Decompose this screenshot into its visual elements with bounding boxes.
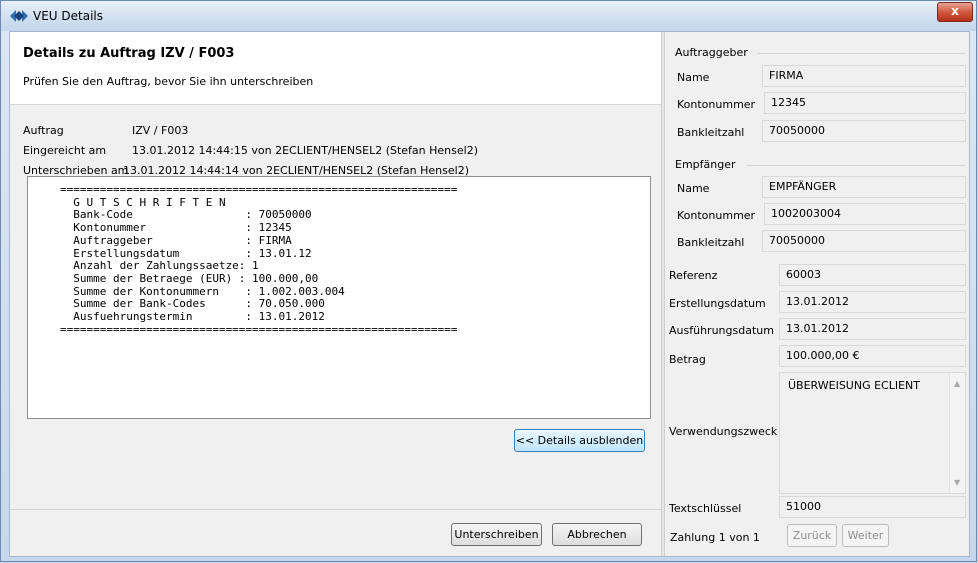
betrag-label: Betrag — [669, 353, 706, 366]
verwendungszweck-text: ÜBERWEISUNG ECLIENT — [788, 379, 920, 392]
empfaenger-group-label: Empfänger — [675, 158, 736, 171]
page-title: Details zu Auftrag IZV / F003 — [23, 46, 235, 61]
auftraggeber-group-label: Auftraggeber — [675, 46, 748, 59]
empfaenger-name-label: Name — [677, 182, 710, 195]
auftraggeber-group-line — [757, 53, 965, 54]
zahlung-counter: Zahlung 1 von 1 — [670, 531, 760, 544]
erstellungsdatum-label: Erstellungsdatum — [669, 297, 766, 310]
dialog-content: Details zu Auftrag IZV / F003 Prüfen Sie… — [9, 31, 970, 557]
right-pane: Auftraggeber Name FIRMA Kontonummer 1234… — [665, 32, 969, 556]
textschluessel-label: Textschlüssel — [669, 502, 742, 515]
auftraggeber-name-label: Name — [677, 71, 710, 84]
scroll-up-icon[interactable]: ▲ — [954, 379, 960, 388]
dialog-window: VEU Details x Details zu Auftrag IZV / F… — [0, 0, 977, 562]
close-button[interactable]: x — [937, 2, 973, 22]
empfaenger-konto-label: Kontonummer — [677, 209, 756, 222]
auftrag-value: IZV / F003 — [132, 124, 189, 137]
betrag-field: 100.000,00 € — [779, 345, 966, 367]
details-text-box[interactable]: ========================================… — [27, 176, 651, 419]
next-button[interactable]: Weiter — [842, 524, 889, 547]
ausfuehrungsdatum-field: 13.01.2012 — [779, 318, 966, 340]
header-panel: Details zu Auftrag IZV / F003 Prüfen Sie… — [10, 32, 661, 105]
empfaenger-name-field: EMPFÄNGER — [762, 176, 966, 198]
verwendungszweck-scrollbar[interactable]: ▲ ▼ — [949, 373, 965, 493]
auftraggeber-blz-field: 70050000 — [762, 120, 966, 142]
toggle-details-button[interactable]: << Details ausblenden — [514, 429, 645, 452]
empfaenger-konto-field: 1002003004 — [764, 203, 966, 225]
auftraggeber-blz-label: Bankleitzahl — [677, 126, 745, 139]
close-icon: x — [951, 4, 959, 18]
ausfuehrungsdatum-label: Ausführungsdatum — [669, 324, 774, 337]
title-bar[interactable]: VEU Details x — [1, 1, 976, 31]
referenz-label: Referenz — [669, 269, 718, 282]
textschluessel-field: 51000 — [779, 496, 966, 518]
eingereicht-label: Eingereicht am — [23, 144, 107, 157]
left-pane: Details zu Auftrag IZV / F003 Prüfen Sie… — [10, 32, 661, 556]
verwendungszweck-label: Verwendungszweck — [669, 425, 778, 438]
footer-separator — [10, 509, 661, 510]
back-button[interactable]: Zurück — [787, 524, 837, 547]
auftraggeber-name-field: FIRMA — [762, 65, 966, 87]
referenz-field: 60003 — [779, 264, 966, 286]
verwendungszweck-field[interactable]: ÜBERWEISUNG ECLIENT ▲ ▼ — [779, 372, 966, 494]
empfaenger-group-line — [747, 165, 965, 166]
empfaenger-blz-field: 70050000 — [762, 230, 966, 252]
auftrag-label: Auftrag — [23, 124, 64, 137]
window-title: VEU Details — [33, 9, 103, 23]
cancel-button[interactable]: Abbrechen — [552, 523, 642, 546]
eingereicht-value: 13.01.2012 14:44:15 von 2ECLIENT/HENSEL2… — [132, 144, 478, 157]
empfaenger-blz-label: Bankleitzahl — [677, 236, 745, 249]
page-subtitle: Prüfen Sie den Auftrag, bevor Sie ihn un… — [23, 75, 314, 88]
erstellungsdatum-field: 13.01.2012 — [779, 291, 966, 313]
scroll-down-icon[interactable]: ▼ — [954, 478, 960, 487]
app-icon — [10, 10, 28, 22]
details-text: ========================================… — [60, 183, 458, 336]
auftraggeber-konto-field: 12345 — [764, 92, 966, 114]
auftraggeber-konto-label: Kontonummer — [677, 98, 756, 111]
sign-button[interactable]: Unterschreiben — [451, 523, 542, 546]
